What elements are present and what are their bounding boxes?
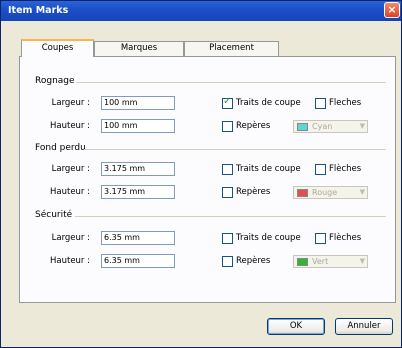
fond-perdu-reperes-checkbox[interactable] bbox=[222, 187, 233, 198]
largeur-label: Largeur : bbox=[51, 164, 90, 174]
fleches-label: Flèches bbox=[329, 233, 362, 243]
divider bbox=[75, 216, 386, 217]
tab-coupes[interactable]: Coupes bbox=[21, 39, 94, 57]
fond-perdu-traits-checkbox[interactable] bbox=[222, 164, 233, 175]
fond-perdu-largeur-input[interactable]: 3.175 mm bbox=[101, 162, 175, 176]
ok-button[interactable]: OK bbox=[267, 318, 325, 335]
securite-traits-checkbox[interactable] bbox=[222, 233, 233, 244]
item-marks-dialog: Item Marks × Coupes Marques Placement Ro… bbox=[0, 0, 402, 348]
divider bbox=[76, 82, 386, 83]
color-name: Vert bbox=[312, 257, 329, 266]
color-swatch bbox=[297, 189, 308, 197]
section-title-securite: Sécurité bbox=[35, 210, 73, 220]
rognage-traits-checkbox[interactable] bbox=[222, 96, 233, 109]
tab-marques[interactable]: Marques bbox=[94, 41, 184, 56]
rognage-color-select[interactable]: Cyan ▼ bbox=[293, 120, 368, 133]
chevron-down-icon: ▼ bbox=[359, 122, 365, 130]
title-bar[interactable]: Item Marks × bbox=[1, 1, 401, 21]
rognage-fleches-checkbox[interactable] bbox=[315, 98, 326, 109]
chevron-down-icon: ▼ bbox=[359, 257, 365, 265]
color-swatch bbox=[297, 123, 308, 131]
fond-perdu-hauteur-input[interactable]: 3.175 mm bbox=[101, 185, 175, 199]
tab-placement[interactable]: Placement bbox=[184, 41, 279, 56]
hauteur-label: Hauteur : bbox=[50, 121, 90, 131]
section-title-fond-perdu: Fond perdu bbox=[35, 143, 86, 153]
reperes-label: Repères bbox=[236, 187, 271, 197]
securite-color-select[interactable]: Vert ▼ bbox=[293, 255, 368, 268]
traits-label: Traits de coupe bbox=[236, 233, 301, 243]
close-icon[interactable]: × bbox=[384, 2, 400, 18]
fond-perdu-color-select[interactable]: Rouge ▼ bbox=[293, 186, 368, 199]
color-name: Cyan bbox=[312, 122, 333, 131]
traits-label: Traits de coupe bbox=[236, 98, 301, 108]
largeur-label: Largeur : bbox=[51, 233, 90, 243]
fleches-label: Flèches bbox=[329, 164, 362, 174]
reperes-label: Repères bbox=[236, 256, 271, 266]
color-swatch bbox=[297, 258, 308, 266]
coupes-panel: Rognage Largeur : 100 mm Hauteur : 100 m… bbox=[19, 56, 396, 303]
securite-fleches-checkbox[interactable] bbox=[315, 233, 326, 244]
reperes-label: Repères bbox=[236, 121, 271, 131]
window-title: Item Marks bbox=[8, 5, 69, 16]
hauteur-label: Hauteur : bbox=[50, 187, 90, 197]
securite-largeur-input[interactable]: 6.35 mm bbox=[101, 231, 175, 245]
section-title-rognage: Rognage bbox=[35, 76, 75, 86]
traits-label: Traits de coupe bbox=[236, 164, 301, 174]
cancel-button[interactable]: Annuler bbox=[335, 318, 393, 335]
hauteur-label: Hauteur : bbox=[50, 256, 90, 266]
chevron-down-icon: ▼ bbox=[359, 188, 365, 196]
rognage-largeur-input[interactable]: 100 mm bbox=[101, 96, 175, 110]
rognage-hauteur-input[interactable]: 100 mm bbox=[101, 119, 175, 133]
securite-reperes-checkbox[interactable] bbox=[222, 256, 233, 267]
rognage-reperes-checkbox[interactable] bbox=[222, 121, 233, 132]
fond-perdu-fleches-checkbox[interactable] bbox=[315, 164, 326, 175]
securite-hauteur-input[interactable]: 6.35 mm bbox=[101, 254, 175, 268]
fleches-label: Fleches bbox=[329, 98, 362, 108]
color-name: Rouge bbox=[312, 188, 338, 197]
largeur-label: Largeur : bbox=[51, 98, 90, 108]
divider bbox=[84, 149, 386, 150]
